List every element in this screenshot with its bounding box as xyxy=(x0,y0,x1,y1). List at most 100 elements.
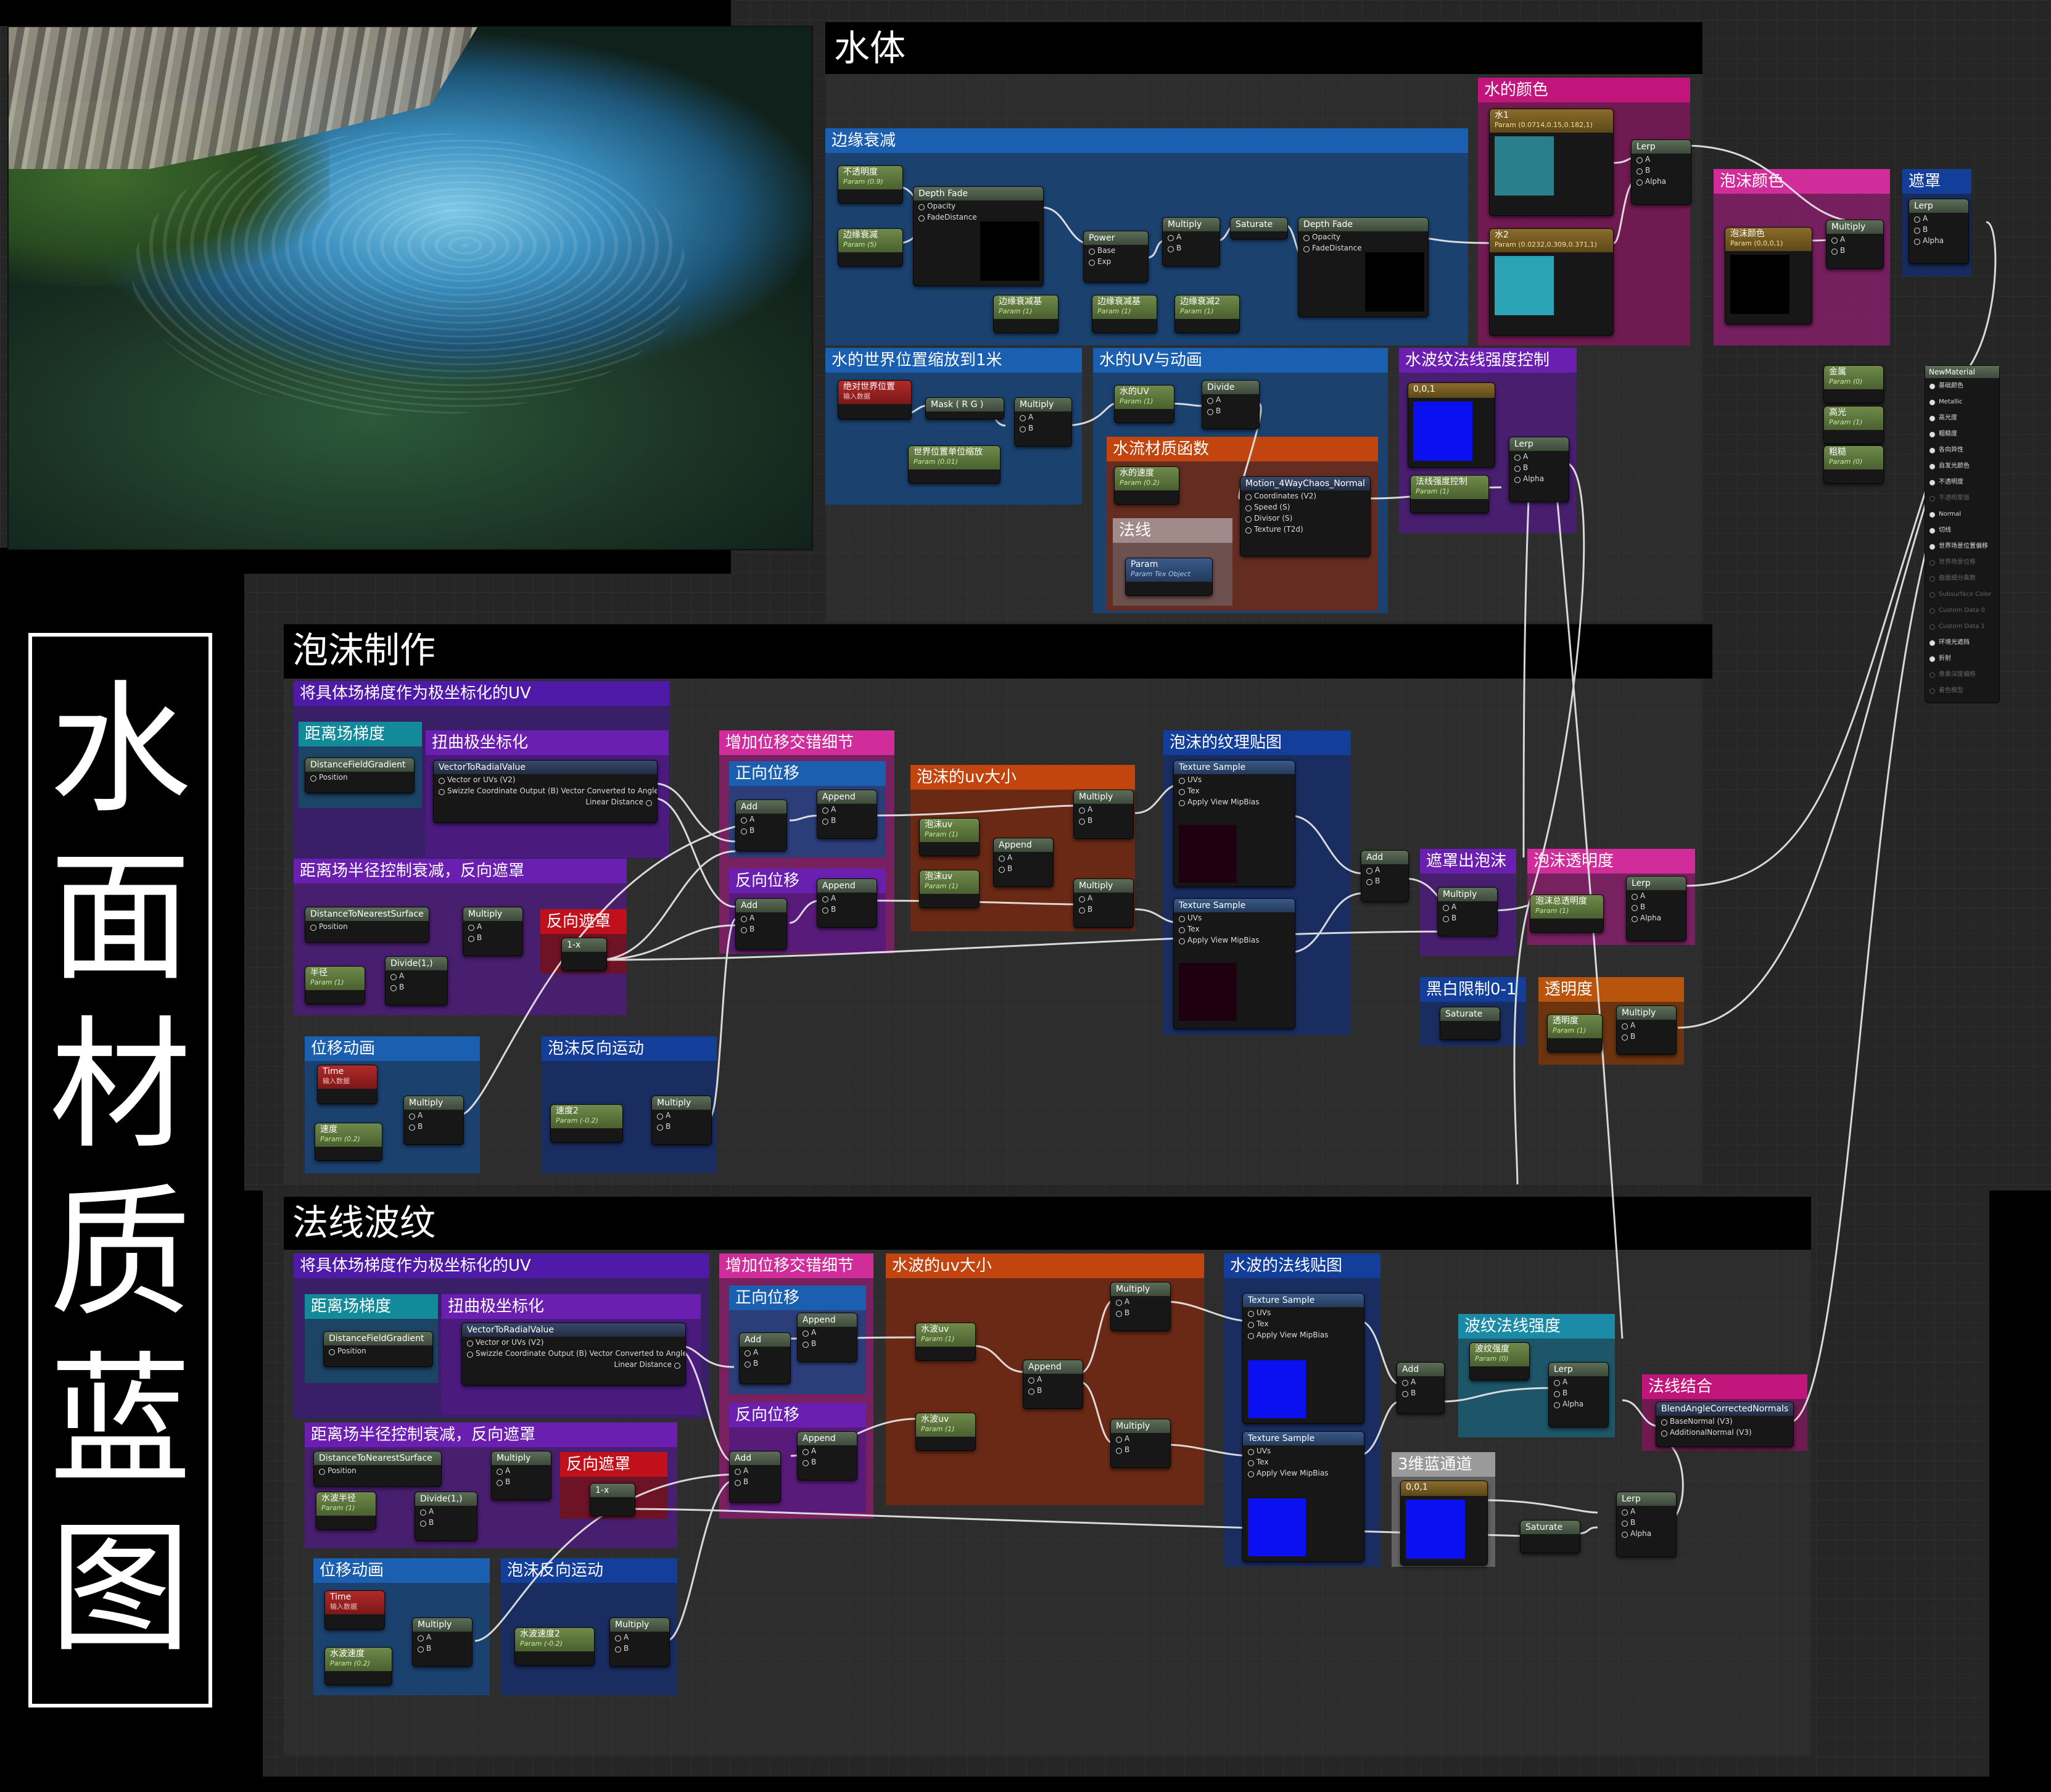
add-node-foam-2[interactable]: Add A B xyxy=(735,898,787,950)
n-vector-to-radial-node[interactable]: VectorToRadialValue Vector or UVs (V2) S… xyxy=(461,1323,686,1385)
multiply-node-uv-2[interactable]: Multiply A B xyxy=(1073,878,1134,928)
mask-rg-node[interactable]: Mask ( R G ) xyxy=(925,397,1004,419)
n-add-node-1[interactable]: Add A B xyxy=(739,1332,791,1384)
material-output-pin[interactable]: 着色模型 xyxy=(1925,683,1999,699)
material-output-pin[interactable]: Subsurface Color xyxy=(1925,587,1999,603)
material-output-pin[interactable]: 切线 xyxy=(1925,522,1999,539)
material-output-pin[interactable]: Custom Data 0 xyxy=(1925,603,1999,619)
multiply-node-world[interactable]: Multiply A B xyxy=(1014,397,1072,447)
param-node-foam-opacity[interactable]: 泡沫总透明度 Param (1) xyxy=(1530,894,1604,933)
n-one-minus-node[interactable]: 1-x xyxy=(590,1483,635,1516)
multiply-node-time2[interactable]: Multiply A B xyxy=(651,1096,712,1145)
material-preview-viewport[interactable] xyxy=(7,26,813,550)
material-output-pin[interactable]: 不透明度 xyxy=(1925,474,1999,490)
n-add-node-2[interactable]: Add A B xyxy=(729,1451,781,1503)
multiply-node-time[interactable]: Multiply A B xyxy=(403,1096,464,1145)
lerp-node-ripple[interactable]: Lerp A B Alpha xyxy=(1509,437,1569,502)
vector-param-color2[interactable]: 水2 Param (0.0232,0.309,0.371,1) xyxy=(1489,228,1614,336)
param-node-spec[interactable]: 高光 Param (1) xyxy=(1823,406,1884,444)
material-output-pin[interactable]: 曲面细分乘数 xyxy=(1925,571,1999,587)
divide-node[interactable]: Divide A B xyxy=(1202,380,1260,429)
n-param-ripple[interactable]: 波纹强度 Param (0) xyxy=(1469,1342,1530,1381)
distance-nearest-node[interactable]: DistanceToNearestSurface Position xyxy=(305,907,429,943)
constant3-node-001[interactable]: 0,0,1 xyxy=(1408,382,1495,468)
param-node-radius[interactable]: 半径 Param (1) xyxy=(305,966,365,1004)
add-node-foam-1[interactable]: Add A B xyxy=(735,799,787,851)
n-multiply-node-time[interactable]: Multiply A B xyxy=(412,1617,473,1667)
multiply-node-1[interactable]: Multiply A B xyxy=(1162,217,1220,266)
n-blend-normals-node[interactable]: BlendAngleCorrectedNormals BaseNormal (V… xyxy=(1656,1402,1794,1447)
n-param-speed[interactable]: 水波速度 Param (0.2) xyxy=(324,1647,392,1685)
function-node-motion[interactable]: Motion_4WayChaos_Normal Coordinates (V2)… xyxy=(1240,476,1371,556)
n-multiply-node-time2[interactable]: Multiply A B xyxy=(609,1617,670,1667)
n-constant3-node-001[interactable]: 0,0,1 xyxy=(1400,1480,1488,1566)
material-output-pin[interactable]: 像素深度偏移 xyxy=(1925,667,1999,683)
param-node-water-uv[interactable]: 水的UV Param (1) xyxy=(1114,385,1174,423)
lerp-node-color[interactable]: Lerp A B Alpha xyxy=(1631,139,1691,205)
multiply-node-foam[interactable]: Multiply A B xyxy=(1826,220,1884,269)
n-multiply-node-2[interactable]: Multiply A B xyxy=(1110,1419,1171,1468)
n-texture-sample-2[interactable]: Texture Sample UVs Tex Apply View MipBia… xyxy=(1242,1431,1364,1562)
param-node-water-speed[interactable]: 水的速度 Param (0.2) xyxy=(1114,466,1179,505)
multiply-node-radius[interactable]: Multiply A B xyxy=(463,907,523,956)
saturate-node-1[interactable]: Saturate xyxy=(1230,217,1288,239)
append-node-foam-3[interactable]: Append A B xyxy=(993,838,1054,887)
material-output-pin[interactable]: Custom Data 1 xyxy=(1925,619,1999,635)
param-node-ripple[interactable]: 法线强度控制 Param (1) xyxy=(1410,475,1489,513)
material-output-pin[interactable]: Normal xyxy=(1925,506,1999,522)
depth-fade-node-1[interactable]: Depth Fade Opacity FadeDistance xyxy=(913,186,1044,286)
vector-param-color1[interactable]: 水1 Param (0.0714,0.15,0.182,1) xyxy=(1489,109,1614,216)
material-output-pin[interactable]: 各向异性 xyxy=(1925,442,1999,458)
n-param-wave-uv-a[interactable]: 水波uv Param (1) xyxy=(915,1323,976,1361)
material-output-pin[interactable]: 世界场景位置偏移 xyxy=(1925,539,1999,555)
material-output-pin[interactable]: 不透明蒙版 xyxy=(1925,490,1999,506)
input-node-abs-world-pos[interactable]: 绝对世界位置 输入数据 xyxy=(838,380,912,419)
material-output-pin[interactable]: 世界场景位移 xyxy=(1925,555,1999,571)
texture-sample-foam-2[interactable]: Texture Sample UVs Tex Apply View MipBia… xyxy=(1173,898,1295,1029)
param-node-opacity-2[interactable]: 透明度 Param (1) xyxy=(1547,1014,1603,1052)
n-append-node-3[interactable]: Append A B xyxy=(1023,1360,1083,1409)
n-param-wave-uv-b[interactable]: 水波uv Param (1) xyxy=(915,1413,976,1451)
param-node-edge-fade-a[interactable]: 边缘衰减基 Param (1) xyxy=(993,295,1059,333)
n-divide-node[interactable]: Divide(1,) A B xyxy=(415,1492,477,1541)
material-output-pin[interactable]: 环境光遮挡 xyxy=(1925,635,1999,651)
material-output-pin[interactable]: 粗糙度 xyxy=(1925,426,1999,442)
n-lerp-node[interactable]: Lerp A B Alpha xyxy=(1548,1362,1609,1427)
multiply-node-foam-mask[interactable]: Multiply A B xyxy=(1437,887,1498,936)
n-lerp-node-2[interactable]: Lerp A B Alpha xyxy=(1616,1492,1677,1557)
texture-sample-foam-1[interactable]: Texture Sample UVs Tex Apply View MipBia… xyxy=(1173,760,1295,887)
material-output-pin[interactable]: 自发光颜色 xyxy=(1925,458,1999,474)
n-texture-sample-1[interactable]: Texture Sample UVs Tex Apply View MipBia… xyxy=(1242,1293,1364,1424)
lerp-node-mask[interactable]: Lerp A B Alpha xyxy=(1909,199,1969,264)
input-node-time[interactable]: Time 输入数据 xyxy=(317,1065,378,1104)
divide-node-1[interactable]: Divide(1,) A B xyxy=(385,956,448,1005)
param-node-edge-fade-b[interactable]: 边缘衰减基 Param (1) xyxy=(1092,295,1157,333)
n-multiply-node-1[interactable]: Multiply A B xyxy=(1110,1282,1171,1331)
material-output-pin[interactable]: 折射 xyxy=(1925,651,1999,667)
texture-object-param[interactable]: Param Param Tex Object xyxy=(1125,558,1213,596)
n-append-node-2[interactable]: Append A B xyxy=(797,1431,857,1480)
param-node-edge-fade-c[interactable]: 边缘衰减2 Param (1) xyxy=(1174,295,1240,333)
param-node-speed2[interactable]: 速度2 Param (-0.2) xyxy=(550,1104,623,1142)
param-node-foam-uv-a[interactable]: 泡沫uv Param (1) xyxy=(919,818,980,856)
material-output-node[interactable]: NewMaterial 基础颜色 Metallic 高光度 粗糙度 各向异性 自发光颜色不… xyxy=(1925,365,2000,703)
df-gradient-node[interactable]: DistanceFieldGradient Position xyxy=(305,758,415,793)
depth-fade-node-2[interactable]: Depth Fade Opacity FadeDistance xyxy=(1298,217,1429,317)
vector-param-foam-color[interactable]: 泡沫颜色 Param (0,0,0,1) xyxy=(1725,227,1812,324)
n-input-node-time[interactable]: Time 输入数据 xyxy=(324,1590,385,1630)
n-append-node-1[interactable]: Append A B xyxy=(797,1313,857,1362)
add-node-foam[interactable]: Add A B xyxy=(1361,850,1409,902)
power-node[interactable]: Power Base Exp xyxy=(1083,231,1149,283)
material-output-pin[interactable]: Metallic xyxy=(1925,394,1999,410)
param-node-metal[interactable]: 金属 Param (0) xyxy=(1823,365,1884,403)
n-param-speed2[interactable]: 水波速度2 Param (-0.2) xyxy=(514,1627,595,1666)
one-minus-node[interactable]: 1-x xyxy=(561,938,607,971)
param-node-rough[interactable]: 粗糙 Param (0) xyxy=(1823,445,1884,484)
param-node-opacity[interactable]: 不透明度 Param (0.9) xyxy=(838,165,903,204)
n-distance-nearest-node[interactable]: DistanceToNearestSurface Position xyxy=(313,1451,442,1487)
lerp-node-foam[interactable]: Lerp A B Alpha xyxy=(1626,876,1686,941)
material-output-pin[interactable]: 基础颜色 xyxy=(1925,378,1999,394)
append-node-foam-2[interactable]: Append A B xyxy=(817,878,877,928)
param-node-world-unit[interactable]: 世界位置单位缩放 Param (0.01) xyxy=(908,445,1001,484)
vector-to-radial-node[interactable]: VectorToRadialValue Vector or UVs (V2) S… xyxy=(433,760,658,823)
